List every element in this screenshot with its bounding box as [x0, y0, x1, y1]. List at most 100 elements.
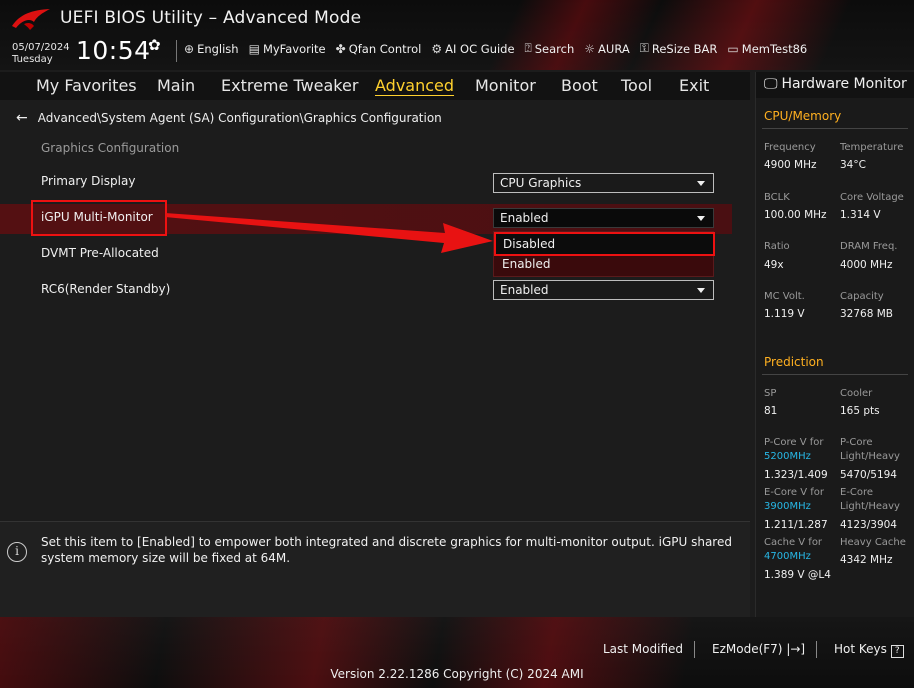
tab-boot[interactable]: Boot — [561, 76, 598, 95]
info-icon: i — [7, 542, 27, 562]
exit-arrow-icon: |→] — [786, 642, 806, 656]
footer-divider — [694, 641, 695, 658]
cpu-memory-heading: CPU/Memory — [764, 109, 842, 123]
hw-frequency-value: 4900 MHz — [764, 159, 817, 171]
primary-display-select[interactable]: CPU Graphics — [493, 173, 714, 193]
option-disabled[interactable]: Disabled — [494, 232, 715, 256]
hw-frequency-label: Frequency — [764, 142, 816, 153]
language-label: English — [197, 41, 239, 56]
help-text: Set this item to [Enabled] to empower bo… — [41, 535, 732, 565]
resize-bar-label: ReSize BAR — [651, 41, 718, 56]
cache-v-freq: 4700MHz — [764, 551, 811, 562]
igpu-multi-monitor-select[interactable]: Enabled — [493, 208, 714, 228]
igpu-options-dropdown: Disabled Enabled — [493, 231, 715, 277]
myfavorite-label: MyFavorite — [262, 41, 326, 56]
cooler-value: 165 pts — [840, 405, 880, 417]
search-icon: ⍰ — [524, 41, 532, 55]
tab-exit[interactable]: Exit — [679, 76, 709, 95]
resize-bar-button[interactable]: ⚿ ReSize BAR — [640, 41, 718, 56]
pcore-lh-value: 5470/5194 — [840, 469, 897, 481]
tab-advanced[interactable]: Advanced — [375, 76, 454, 95]
rc6-render-standby-select[interactable]: Enabled — [493, 280, 714, 300]
prediction-heading: Prediction — [764, 355, 824, 369]
section-title: Graphics Configuration — [41, 141, 180, 155]
qfan-label: Qfan Control — [348, 41, 422, 56]
time-display: 10:54 — [76, 36, 151, 65]
sp-label: SP — [764, 388, 777, 399]
tab-main[interactable]: Main — [157, 76, 195, 95]
hardware-monitor-panel: 🖵 Hardware Monitor CPU/Memory Frequency … — [755, 72, 914, 617]
myfavorite-button[interactable]: ▤ MyFavorite — [249, 41, 326, 56]
gear-icon[interactable]: ✿ — [148, 36, 161, 54]
ai-oc-guide-button[interactable]: ⚙ AI OC Guide — [431, 41, 514, 56]
ecore-v-label: E-Core V for — [764, 487, 825, 498]
rc6-render-standby-label[interactable]: RC6(Render Standby) — [41, 282, 170, 296]
primary-display-label[interactable]: Primary Display — [41, 174, 135, 188]
language-button[interactable]: ⊕ English — [184, 41, 239, 56]
ecore-lh-label: E-Core — [840, 487, 874, 498]
memtest-icon: ▭ — [727, 41, 739, 56]
heavy-cache-label: Heavy Cache — [840, 537, 906, 548]
hw-bclk-label: BCLK — [764, 192, 790, 203]
hw-dram-freq-value: 4000 MHz — [840, 259, 893, 271]
hw-mc-volt-value: 1.119 V — [764, 308, 805, 320]
version-text: Version 2.22.1286 Copyright (C) 2024 AMI — [330, 667, 584, 681]
tab-extreme-tweaker[interactable]: Extreme Tweaker — [221, 76, 358, 95]
chevron-down-icon — [697, 181, 705, 186]
hotkeys-button[interactable]: Hot Keys ? — [834, 642, 904, 658]
ecore-lh-value: 4123/3904 — [840, 519, 897, 531]
hw-bclk-value: 100.00 MHz — [764, 209, 827, 221]
tab-tool[interactable]: Tool — [621, 76, 652, 95]
footer-divider — [816, 641, 817, 658]
search-button[interactable]: ⍰ Search — [525, 41, 575, 56]
toolbar: ⊕ English ▤ MyFavorite ✤ Qfan Control ⚙ AI O… — [184, 41, 807, 56]
hw-title-text: Hardware Monitor — [781, 76, 907, 92]
ecore-v-value: 1.211/1.287 — [764, 519, 828, 531]
favorite-icon: ▤ — [248, 41, 260, 56]
tab-monitor[interactable]: Monitor — [475, 76, 536, 95]
header-bar: UEFI BIOS Utility – Advanced Mode 05/07/… — [0, 0, 914, 70]
resize-bar-icon: ⚿ — [639, 41, 649, 55]
ai-oc-label: AI OC Guide — [445, 41, 515, 56]
ecore-v-freq: 3900MHz — [764, 501, 811, 512]
fan-icon: ✤ — [335, 41, 346, 56]
memtest-label: MemTest86 — [741, 41, 808, 56]
primary-display-value: CPU Graphics — [500, 176, 582, 190]
pcore-v-label: P-Core V for — [764, 437, 824, 448]
settings-panel: ← Advanced\System Agent (SA) Configurati… — [0, 100, 750, 518]
hw-dram-freq-label: DRAM Freq. — [840, 241, 898, 252]
ecore-lh-label2: Light/Heavy — [840, 501, 900, 512]
chevron-down-icon — [697, 288, 705, 293]
pcore-lh-label: P-Core — [840, 437, 873, 448]
memtest-button[interactable]: ▭ MemTest86 — [727, 41, 807, 56]
date-display: 05/07/2024 Tuesday — [12, 42, 70, 66]
hw-mc-volt-label: MC Volt. — [764, 291, 805, 302]
last-modified-button[interactable]: Last Modified — [603, 642, 683, 656]
hw-title: 🖵 Hardware Monitor — [764, 76, 907, 92]
breadcrumb: ← Advanced\System Agent (SA) Configurati… — [16, 110, 442, 126]
main-menu-tabs: My Favorites Main Extreme Tweaker Advanc… — [0, 72, 750, 100]
cache-v-value: 1.389 V @L4 — [764, 569, 831, 581]
hw-temperature-value: 34°C — [840, 159, 866, 171]
option-enabled[interactable]: Enabled — [502, 257, 551, 271]
hw-ratio-label: Ratio — [764, 241, 790, 252]
pcore-v-value: 1.323/1.409 — [764, 469, 828, 481]
hw-capacity-label: Capacity — [840, 291, 884, 302]
qfan-control-button[interactable]: ✤ Qfan Control — [336, 41, 422, 56]
back-arrow-icon[interactable]: ← — [16, 110, 28, 126]
app-title: UEFI BIOS Utility – Advanced Mode — [60, 8, 362, 28]
aura-label: AURA — [598, 41, 630, 56]
ai-icon: ⚙ — [431, 41, 443, 56]
heavy-cache-value: 4342 MHz — [840, 554, 893, 566]
cache-v-label: Cache V for — [764, 537, 823, 548]
tab-my-favorites[interactable]: My Favorites — [36, 76, 137, 95]
hw-divider — [762, 374, 908, 375]
footer-bar: Last Modified EzMode(F7) |→] Hot Keys ? … — [0, 617, 914, 688]
help-description-bar: i Set this item to [Enabled] to empower … — [0, 521, 750, 617]
ezmode-button[interactable]: EzMode(F7) |→] — [712, 642, 805, 656]
hw-temperature-label: Temperature — [840, 142, 904, 153]
dvmt-pre-allocated-label[interactable]: DVMT Pre-Allocated — [41, 246, 159, 260]
pcore-v-freq: 5200MHz — [764, 451, 811, 462]
aura-icon: ☼ — [584, 41, 596, 56]
aura-button[interactable]: ☼ AURA — [584, 41, 629, 56]
